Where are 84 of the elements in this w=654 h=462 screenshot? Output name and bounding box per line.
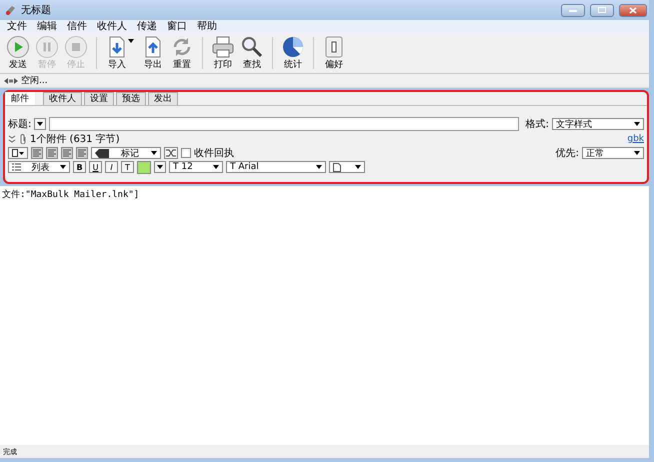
- tag-icon: [95, 148, 109, 158]
- toolbar-button[interactable]: 统计: [279, 34, 307, 72]
- format-dropdown[interactable]: 文字样式: [552, 118, 644, 130]
- toolbar-button[interactable]: 偏好: [320, 34, 348, 72]
- caret-icon: [60, 165, 66, 169]
- list-icon: [12, 163, 21, 171]
- tab[interactable]: 收件人: [43, 92, 82, 105]
- tab[interactable]: 发出: [148, 92, 178, 105]
- menu-item[interactable]: 帮助: [192, 20, 222, 32]
- priority-dropdown[interactable]: 正常: [582, 147, 644, 159]
- maximize-button[interactable]: [590, 4, 614, 16]
- caret-icon: [37, 122, 44, 126]
- size-dropdown[interactable]: T 12: [169, 161, 223, 173]
- minimize-icon: [569, 7, 577, 13]
- shuffle-button[interactable]: [164, 147, 178, 159]
- font-dropdown[interactable]: T Arial: [226, 161, 326, 173]
- tab[interactable]: 设置: [84, 92, 114, 105]
- window-title: 无标题: [21, 4, 51, 17]
- subject-field[interactable]: [49, 117, 519, 131]
- toolbar-button[interactable]: 导出: [139, 34, 167, 72]
- caret-icon: [316, 165, 322, 169]
- style-button[interactable]: U: [89, 161, 102, 173]
- format-label: 格式:: [526, 118, 549, 131]
- menu-item[interactable]: 信件: [62, 20, 92, 32]
- align-icon: [63, 149, 71, 157]
- subject-label: 标题:: [8, 118, 32, 131]
- close-icon: [629, 6, 637, 14]
- caret-icon: [151, 151, 157, 155]
- receipt-checkbox[interactable]: [181, 148, 191, 158]
- receipt-label: 收件回执: [194, 146, 234, 160]
- caret-icon: [634, 151, 640, 155]
- dropdown-caret-icon: [128, 39, 134, 43]
- page-icon: [333, 162, 341, 172]
- shuffle-icon: [166, 149, 176, 157]
- stop-icon: [64, 35, 88, 59]
- priority-label: 优先:: [556, 146, 579, 160]
- style-button[interactable]: B: [73, 161, 86, 173]
- caret-icon: [355, 165, 361, 169]
- charset-link[interactable]: gbk: [627, 134, 644, 144]
- color-swatch[interactable]: [137, 160, 151, 174]
- activity-status: 空闲...: [21, 74, 48, 87]
- menu-item[interactable]: 文件: [2, 20, 32, 32]
- menu-item[interactable]: 收件人: [92, 20, 132, 32]
- message-body-text: 文件:"MaxBulk Mailer.lnk"]: [2, 190, 140, 200]
- tab[interactable]: 邮件: [5, 92, 35, 105]
- style-button[interactable]: T: [121, 161, 134, 173]
- align-button[interactable]: [31, 147, 43, 159]
- list-dropdown[interactable]: 列表: [8, 161, 70, 173]
- mark-dropdown[interactable]: 标记: [91, 147, 161, 159]
- pie-chart-icon: [281, 35, 305, 59]
- align-icon: [78, 149, 86, 157]
- align-button[interactable]: [76, 147, 88, 159]
- app-icon: [5, 4, 17, 16]
- attachment-info: 1个附件 (631 字节): [30, 132, 120, 146]
- background-dropdown[interactable]: [329, 161, 365, 173]
- paperclip-icon: [19, 134, 27, 144]
- caret-icon: [634, 122, 640, 126]
- subject-menu-button[interactable]: [34, 118, 46, 130]
- pause-icon: [35, 35, 59, 59]
- style-button[interactable]: I: [105, 161, 118, 173]
- caret-icon: [213, 165, 219, 169]
- minimize-button[interactable]: [561, 4, 585, 16]
- maximize-icon: [598, 7, 606, 13]
- insert-button[interactable]: [8, 147, 28, 159]
- tab[interactable]: 预选: [116, 92, 146, 105]
- caret-icon: [157, 165, 163, 169]
- menu-item[interactable]: 传递: [132, 20, 162, 32]
- toolbar-button[interactable]: 发送: [4, 34, 32, 72]
- search-icon: [240, 35, 264, 59]
- align-icon: [33, 149, 41, 157]
- close-button[interactable]: [619, 4, 647, 16]
- color-menu-button[interactable]: [154, 161, 166, 173]
- toolbar-button[interactable]: 查找: [238, 34, 266, 72]
- toolbar-button[interactable]: 导入: [103, 34, 131, 72]
- align-icon: [48, 149, 56, 157]
- menu-item[interactable]: 编辑: [32, 20, 62, 32]
- align-button[interactable]: [61, 147, 73, 159]
- align-button[interactable]: [46, 147, 58, 159]
- toolbar-button[interactable]: 重置: [168, 34, 196, 72]
- collapse-icon: [8, 135, 16, 143]
- menu-item[interactable]: 窗口: [162, 20, 192, 32]
- toolbar-button[interactable]: 打印: [209, 34, 237, 72]
- activity-icon: [4, 76, 18, 84]
- page-caret-icon: [12, 149, 24, 157]
